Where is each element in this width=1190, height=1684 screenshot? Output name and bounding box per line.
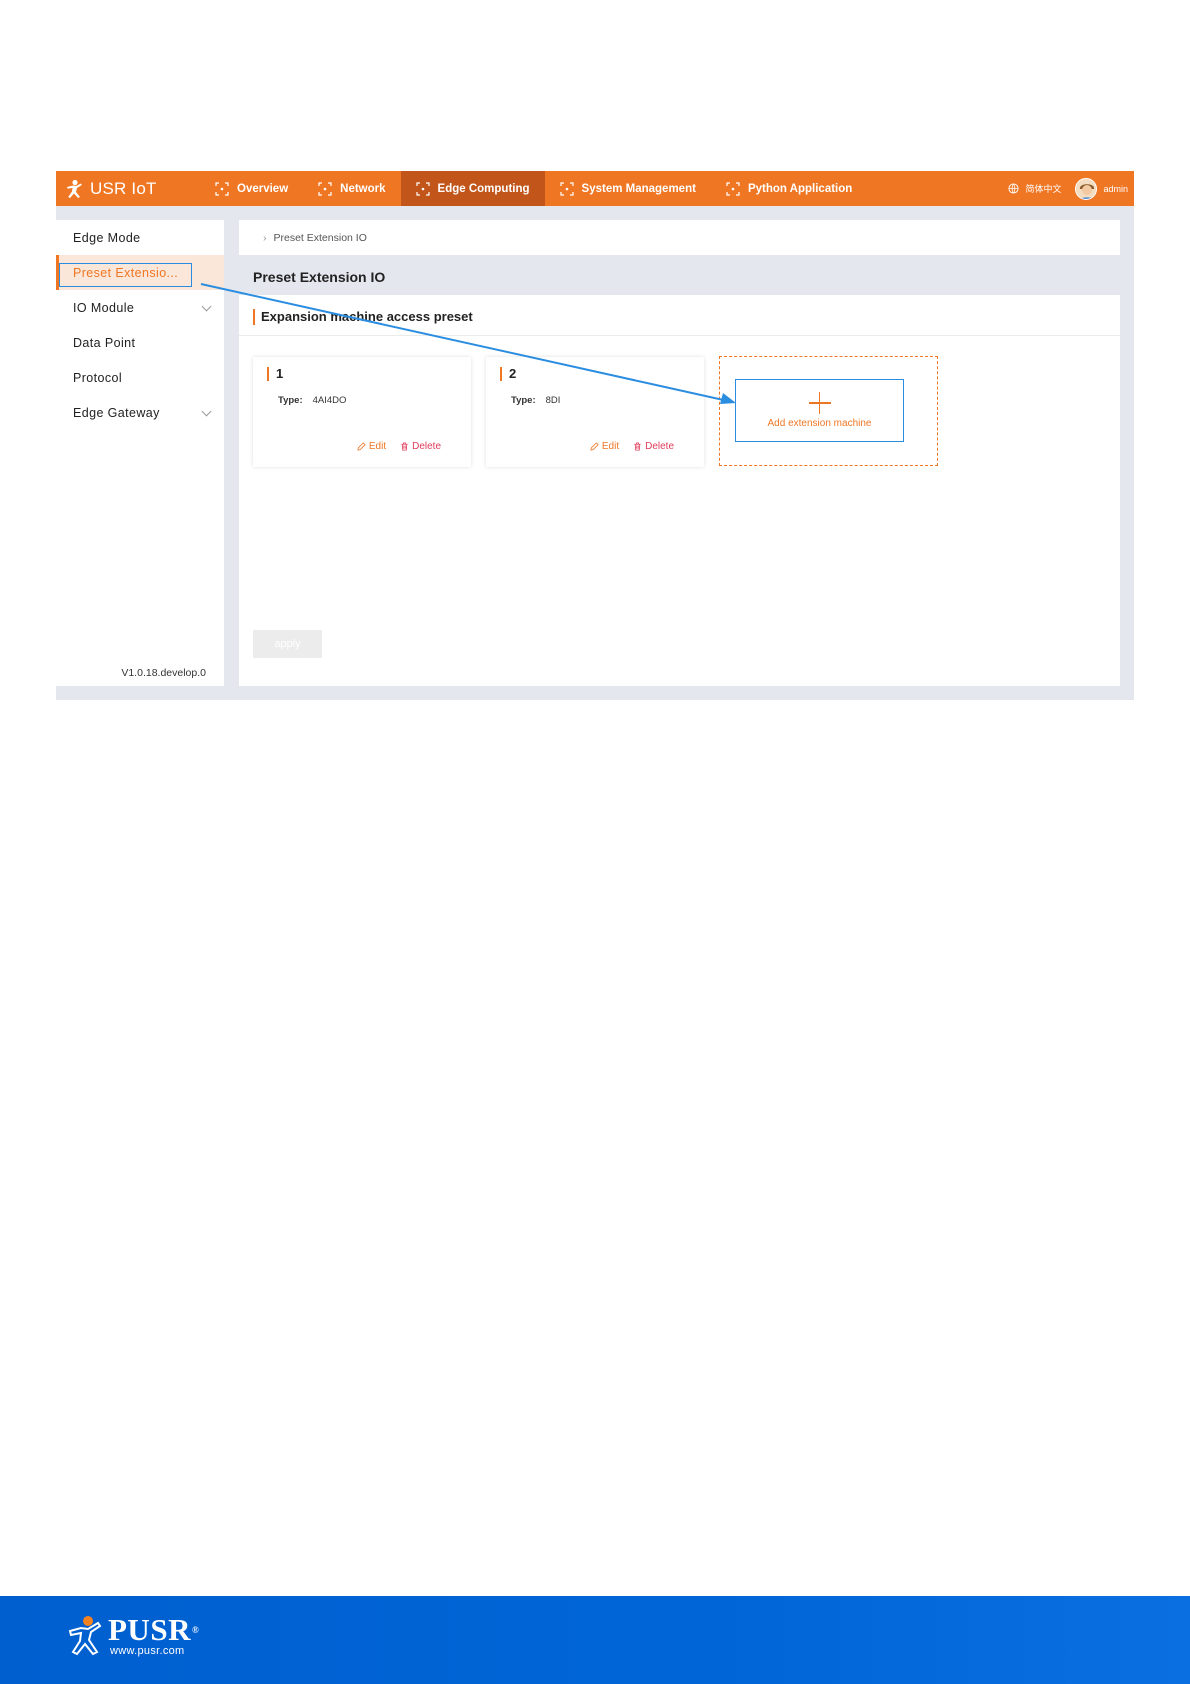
trash-icon (634, 442, 641, 451)
brand-name: USR IoT (90, 178, 157, 198)
language-switch[interactable]: 简体中文 (1025, 182, 1061, 195)
sidebar: Edge Mode Preset Extensio... IO Module D… (56, 220, 224, 686)
nav-system-management-label: System Management (581, 182, 696, 195)
pusr-logo-icon (68, 1616, 102, 1656)
top-navigation-bar: USR IoT Overview Network Edge Computing … (56, 171, 1134, 206)
add-extension-button[interactable]: Add extension machine (735, 379, 904, 442)
nav-python-application[interactable]: Python Application (711, 171, 867, 206)
card-actions: Edit Delete (357, 441, 441, 452)
nav-edge-computing-label: Edge Computing (437, 182, 530, 195)
breadcrumb: › Preset Extension IO (239, 220, 1120, 255)
registered-mark: ® (191, 1625, 200, 1635)
focus-frame-icon (559, 181, 574, 196)
chevron-down-icon (201, 301, 212, 312)
delete-button[interactable]: Delete (400, 441, 441, 452)
main-nav: Overview Network Edge Computing System M… (200, 171, 867, 206)
sidebar-item-label: Edge Mode (73, 230, 141, 245)
annotation-highlight-box (59, 263, 192, 287)
page-title: Preset Extension IO (253, 269, 386, 285)
breadcrumb-current[interactable]: Preset Extension IO (274, 232, 367, 244)
card-actions: Edit Delete (590, 441, 674, 452)
sidebar-item-protocol[interactable]: Protocol (56, 360, 224, 395)
pusr-logo: PUSR® www.pusr.com (64, 1614, 199, 1658)
chevron-right-icon: › (263, 231, 267, 244)
card-index: 1 (267, 367, 283, 381)
section-title: Expansion machine access preset (253, 309, 473, 325)
content-panel: Expansion machine access preset 1 Type: 4… (239, 295, 1120, 686)
add-extension-highlight: Add extension machine (719, 356, 938, 466)
add-extension-label: Add extension machine (767, 418, 872, 429)
card-type-label: Type: (511, 395, 536, 406)
pencil-icon (590, 442, 599, 451)
focus-frame-icon (215, 181, 229, 196)
sidebar-item-data-point[interactable]: Data Point (56, 325, 224, 360)
sidebar-item-io-module[interactable]: IO Module (56, 290, 224, 325)
username[interactable]: admin (1103, 184, 1128, 194)
globe-icon[interactable] (1008, 183, 1020, 194)
nav-overview[interactable]: Overview (200, 171, 303, 206)
card-type: Type: 8DI (511, 395, 560, 406)
app-window: USR IoT Overview Network Edge Computing … (56, 171, 1134, 700)
footer-text: PUSR® www.pusr.com (108, 1612, 200, 1657)
nav-network-label: Network (340, 182, 386, 195)
sidebar-item-label: IO Module (73, 300, 135, 315)
brand-logo[interactable]: USR IoT (64, 171, 157, 206)
header-user-area: 简体中文 admin (1008, 171, 1128, 206)
sidebar-item-label: Edge Gateway (73, 405, 160, 420)
nav-edge-computing[interactable]: Edge Computing (400, 171, 545, 206)
sidebar-item-edge-gateway[interactable]: Edge Gateway (56, 395, 224, 430)
focus-frame-icon (415, 181, 430, 196)
nav-overview-label: Overview (237, 182, 289, 195)
apply-button[interactable]: apply (253, 630, 322, 658)
trash-icon (401, 442, 408, 451)
user-avatar-icon (1076, 178, 1097, 199)
card-type: Type: 4AI4DO (278, 395, 346, 406)
card-type-value: 4AI4DO (312, 395, 347, 406)
sidebar-item-edge-mode[interactable]: Edge Mode (56, 220, 224, 255)
avatar[interactable] (1075, 177, 1098, 200)
card-type-label: Type: (278, 395, 303, 406)
card-index: 2 (500, 367, 516, 381)
section-divider (239, 335, 1120, 336)
plus-icon (808, 392, 831, 414)
delete-button[interactable]: Delete (633, 441, 674, 452)
usr-logo-icon (67, 179, 82, 198)
sidebar-item-label: Data Point (73, 335, 136, 350)
extension-card: 2 Type: 8DI Edit Delete (486, 357, 704, 467)
footer-brand-name: PUSR (108, 1612, 191, 1647)
delete-label: Delete (645, 441, 674, 452)
nav-python-application-label: Python Application (747, 182, 853, 195)
edit-label: Edit (601, 441, 620, 452)
page-footer: PUSR® www.pusr.com (0, 1596, 1190, 1684)
nav-network[interactable]: Network (303, 171, 400, 206)
edit-button[interactable]: Edit (590, 441, 619, 452)
card-type-value: 8DI (545, 395, 561, 406)
nav-system-management[interactable]: System Management (545, 171, 711, 206)
version-label: V1.0.18.develop.0 (121, 667, 206, 679)
delete-label: Delete (412, 441, 441, 452)
pencil-icon (357, 442, 366, 451)
footer-brand: PUSR® (108, 1612, 200, 1647)
sidebar-item-label: Protocol (73, 370, 123, 385)
focus-frame-icon (726, 181, 740, 196)
focus-frame-icon (318, 181, 332, 196)
edit-label: Edit (368, 441, 387, 452)
extension-card: 1 Type: 4AI4DO Edit Delete (253, 357, 471, 467)
edit-button[interactable]: Edit (357, 441, 386, 452)
chevron-down-icon (201, 406, 212, 417)
